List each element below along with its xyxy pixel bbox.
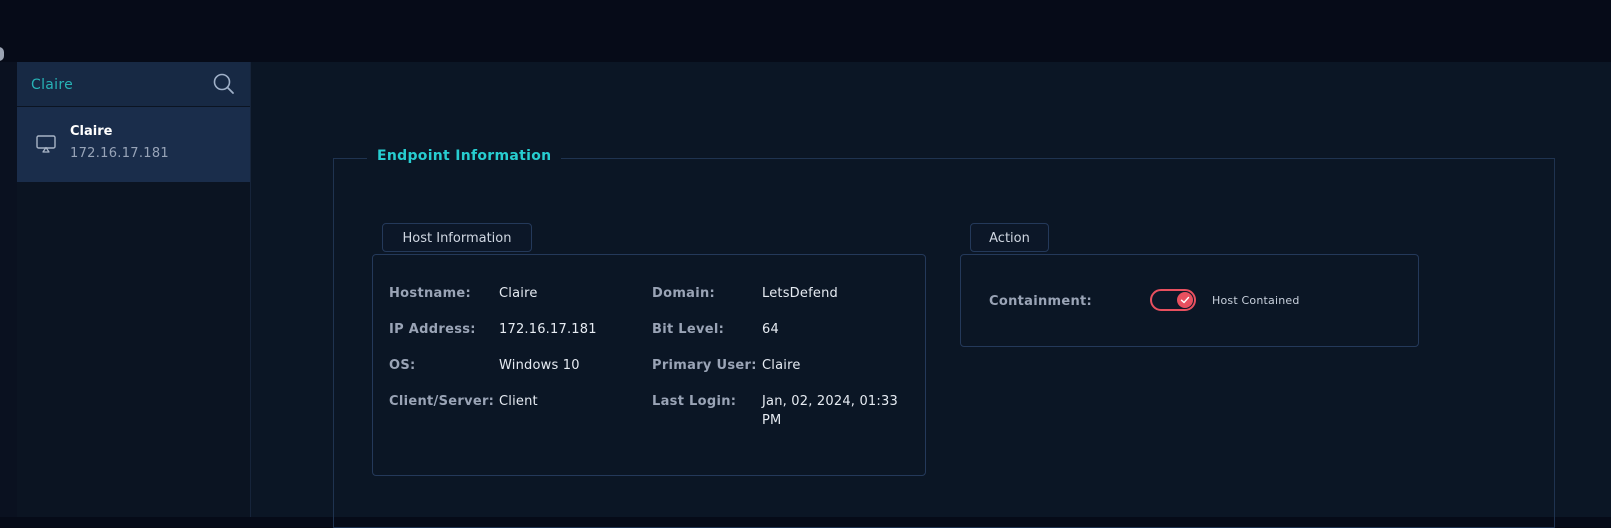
panel-title: Endpoint Information (367, 148, 562, 164)
client-server-label: Client/Server: (389, 394, 495, 409)
host-info-box: Hostname: Claire IP Address: 172.16.17.1… (372, 254, 926, 476)
action-tab[interactable]: Action (970, 223, 1049, 252)
check-icon (1180, 296, 1190, 304)
search-bar (17, 62, 250, 108)
containment-label: Containment: (989, 294, 1093, 309)
toggle-status-label: Host Contained (1212, 294, 1300, 307)
host-info-tab[interactable]: Host Information (382, 223, 532, 252)
bit-level-value: 64 (762, 322, 779, 337)
os-value: Windows 10 (499, 358, 580, 373)
search-input[interactable] (29, 62, 203, 108)
primary-user-value: Claire (762, 358, 801, 373)
monitor-icon (36, 135, 56, 153)
last-login-value: Jan, 02, 2024, 01:33 PM (762, 394, 898, 428)
bit-level-label: Bit Level: (652, 322, 725, 337)
toggle-knob (1177, 292, 1193, 308)
ip-address-label: IP Address: (389, 322, 476, 337)
last-login-label: Last Login: (652, 394, 737, 409)
sidebar-strip (0, 62, 17, 517)
domain-value: LetsDefend (762, 286, 838, 301)
os-label: OS: (389, 358, 416, 373)
search-icon[interactable] (211, 71, 237, 97)
client-server-value: Client (499, 394, 538, 409)
host-list-name: Claire (70, 124, 113, 139)
domain-label: Domain: (652, 286, 716, 301)
hostname-value: Claire (499, 286, 538, 301)
host-list-ip: 172.16.17.181 (70, 146, 170, 161)
primary-user-label: Primary User: (652, 358, 757, 373)
host-list-item[interactable]: Claire 172.16.17.181 (17, 107, 250, 182)
hostname-label: Hostname: (389, 286, 472, 301)
top-bar (0, 0, 1611, 62)
containment-toggle[interactable] (1150, 289, 1196, 311)
ip-address-value: 172.16.17.181 (499, 322, 597, 337)
endpoint-sidebar: Claire 172.16.17.181 (17, 62, 251, 517)
